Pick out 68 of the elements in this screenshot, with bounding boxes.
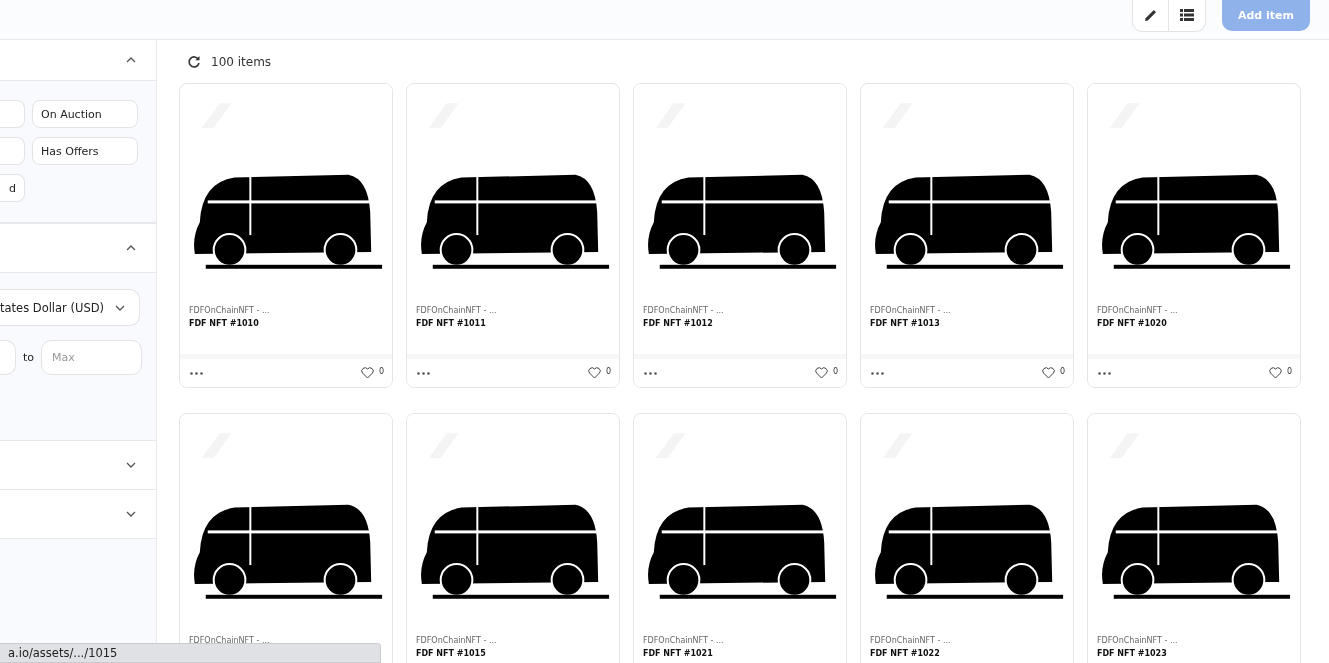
more-button[interactable] [871, 371, 884, 375]
chevron-down-icon [126, 462, 136, 468]
nft-name: FDF NFT #1010 [189, 319, 260, 328]
nft-name: FDF NFT #1020 [1097, 319, 1168, 328]
max-field[interactable]: Max [41, 340, 143, 375]
more-icon [644, 371, 657, 375]
nft-card[interactable]: FDFOnChainNFT - ... [179, 413, 393, 663]
more-button[interactable] [417, 371, 430, 375]
collection-name: FDFOnChainNFT - ... [870, 306, 952, 315]
chevron-up-icon [126, 57, 136, 63]
list-view-button[interactable] [1169, 0, 1206, 32]
item-count: 100 items [211, 54, 272, 69]
nft-name: FDF NFT #1021 [643, 649, 714, 658]
heart-icon[interactable] [1041, 367, 1055, 379]
collection-name: FDFOnChainNFT - ... [870, 636, 952, 645]
nft-card[interactable]: FDFOnChainNFT - ... FDF NFT #1020 0 [1087, 83, 1301, 388]
collection-name: FDFOnChainNFT - ... [416, 636, 498, 645]
pencil-icon [1143, 8, 1158, 22]
collection-name: FDFOnChainNFT - ... [1097, 636, 1179, 645]
collection-name: FDFOnChainNFT - ... [189, 306, 271, 315]
heart-icon[interactable] [587, 367, 601, 379]
like-count: 0 [605, 366, 611, 376]
more-button[interactable] [190, 371, 203, 375]
nft-card[interactable]: FDFOnChainNFT - ... FDF NFT #1011 0 [406, 83, 620, 388]
like-count: 0 [832, 366, 838, 376]
nft-card[interactable]: FDFOnChainNFT - ... FDF NFT #1022 [860, 413, 1074, 663]
more-icon [417, 371, 430, 375]
collection-name: FDFOnChainNFT - ... [189, 636, 271, 645]
status-url: a.io/assets/.../1015 [0, 643, 381, 663]
heart-icon[interactable] [1268, 367, 1282, 379]
like-count: 0 [1059, 366, 1065, 376]
nft-card[interactable]: FDFOnChainNFT - ... FDF NFT #1012 0 [633, 83, 847, 388]
refresh-icon[interactable] [187, 54, 201, 69]
nft-card[interactable]: FDFOnChainNFT - ... FDF NFT #1010 0 [179, 83, 393, 388]
min-field[interactable] [0, 340, 16, 375]
chevron-down-icon [115, 304, 125, 311]
nft-name: FDF NFT #1015 [416, 649, 487, 658]
nft-card[interactable]: FDFOnChainNFT - ... FDF NFT #1021 [633, 413, 847, 663]
filter-button[interactable]: Has Offers [32, 137, 138, 165]
more-button[interactable] [644, 371, 657, 375]
nft-card[interactable]: FDFOnChainNFT - ... FDF NFT #1013 0 [860, 83, 1074, 388]
nft-name: FDF NFT #1013 [870, 319, 941, 328]
range-separator: to [23, 351, 35, 364]
nft-name: FDF NFT #1023 [1097, 649, 1168, 658]
like-count: 0 [378, 366, 384, 376]
edit-button[interactable] [1132, 0, 1169, 32]
nft-name: FDF NFT #1022 [870, 649, 941, 658]
filter-button[interactable]: On Auction [32, 100, 138, 128]
nft-name: FDF NFT #1011 [416, 319, 487, 328]
collection-name: FDFOnChainNFT - ... [643, 636, 725, 645]
more-icon [190, 371, 203, 375]
chevron-up-icon [126, 245, 136, 251]
collection-name: FDFOnChainNFT - ... [416, 306, 498, 315]
collection-name: FDFOnChainNFT - ... [643, 306, 725, 315]
like-count: 0 [1286, 366, 1292, 376]
heart-icon[interactable] [814, 367, 828, 379]
nft-name: FDF NFT #1012 [643, 319, 714, 328]
nft-card[interactable]: FDFOnChainNFT - ... FDF NFT #1023 [1087, 413, 1301, 663]
chevron-down-icon [126, 511, 136, 517]
filter-button[interactable]: d [0, 174, 25, 202]
collection-name: FDFOnChainNFT - ... [1097, 306, 1179, 315]
more-icon [871, 371, 884, 375]
nft-card[interactable]: FDFOnChainNFT - ... FDF NFT #1015 [406, 413, 620, 663]
heart-icon[interactable] [360, 367, 374, 379]
more-icon [1098, 371, 1111, 375]
currency-select[interactable]: tates Dollar (USD) [0, 289, 140, 326]
list-icon [1180, 9, 1194, 21]
more-button[interactable] [1098, 371, 1111, 375]
